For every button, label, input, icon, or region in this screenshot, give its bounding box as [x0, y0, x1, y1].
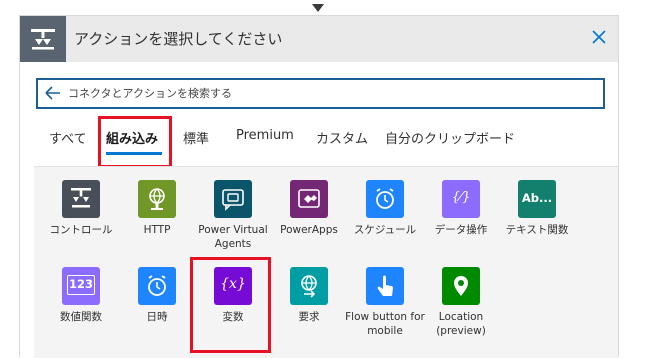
actions-grid: コントロール HTTP Power Virtual Agents PowerAp…	[34, 166, 618, 358]
card-header: アクションを選択してください	[20, 16, 618, 62]
action-label: 数値関数	[60, 311, 102, 323]
number-functions-badge: 123	[68, 277, 93, 291]
power-virtual-agents-icon	[214, 180, 252, 218]
action-data-operation[interactable]: {⁄} データ操作	[423, 180, 499, 270]
http-globe-icon	[138, 180, 176, 218]
flow-button-icon	[366, 267, 404, 305]
action-label: 要求	[298, 311, 320, 323]
flow-connector-arrow	[312, 4, 324, 12]
text-functions-badge: Ab...	[521, 191, 553, 205]
action-label: Location (preview)	[436, 311, 486, 337]
number-functions-icon: 123	[62, 267, 100, 305]
action-label: Power Virtual Agents	[198, 224, 268, 250]
action-label: コントロール	[49, 224, 113, 236]
action-text-functions[interactable]: Ab... テキスト関数	[499, 180, 575, 270]
schedule-icon	[366, 180, 404, 218]
action-label: PowerApps	[280, 224, 338, 236]
request-icon	[290, 267, 328, 305]
control-icon	[62, 180, 100, 218]
action-location[interactable]: Location (preview)	[423, 267, 499, 357]
action-label: 日時	[146, 311, 168, 323]
action-picker-card: アクションを選択してください すべて 組み込み 標準 Premium カスタム …	[19, 15, 619, 358]
search-input[interactable]	[68, 82, 588, 104]
close-icon[interactable]	[590, 28, 608, 46]
tab-my-clipboard[interactable]: 自分のクリップボード	[385, 128, 515, 147]
action-control[interactable]: コントロール	[43, 180, 119, 270]
powerapps-icon	[290, 180, 328, 218]
action-label: HTTP	[143, 224, 171, 236]
search-box[interactable]	[36, 78, 605, 109]
data-operation-badge: {⁄}	[451, 190, 471, 205]
data-operation-icon: {⁄}	[442, 180, 480, 218]
action-number-functions[interactable]: 123 数値関数	[43, 267, 119, 357]
action-label: Flow button for mobile	[345, 311, 425, 337]
action-label: データ操作	[434, 224, 488, 236]
action-request[interactable]: 要求	[271, 267, 347, 357]
highlight-box-tab	[98, 116, 172, 168]
action-label: テキスト関数	[505, 224, 569, 236]
text-functions-icon: Ab...	[518, 180, 556, 218]
action-schedule[interactable]: スケジュール	[347, 180, 423, 270]
action-flow-button[interactable]: Flow button for mobile	[345, 267, 425, 357]
tab-premium[interactable]: Premium	[236, 128, 294, 143]
tab-custom[interactable]: カスタム	[316, 128, 368, 147]
action-http[interactable]: HTTP	[119, 180, 195, 270]
action-powerapps[interactable]: PowerApps	[271, 180, 347, 270]
tab-all[interactable]: すべて	[49, 128, 87, 147]
card-title: アクションを選択してください	[74, 30, 283, 48]
action-datetime[interactable]: 日時	[119, 267, 195, 357]
datetime-icon	[138, 267, 176, 305]
action-label: スケジュール	[353, 224, 417, 236]
control-icon	[20, 16, 66, 62]
location-icon	[442, 267, 480, 305]
tab-standard[interactable]: 標準	[183, 128, 209, 147]
highlight-box-variable	[190, 257, 271, 353]
back-arrow-icon[interactable]	[44, 85, 62, 101]
